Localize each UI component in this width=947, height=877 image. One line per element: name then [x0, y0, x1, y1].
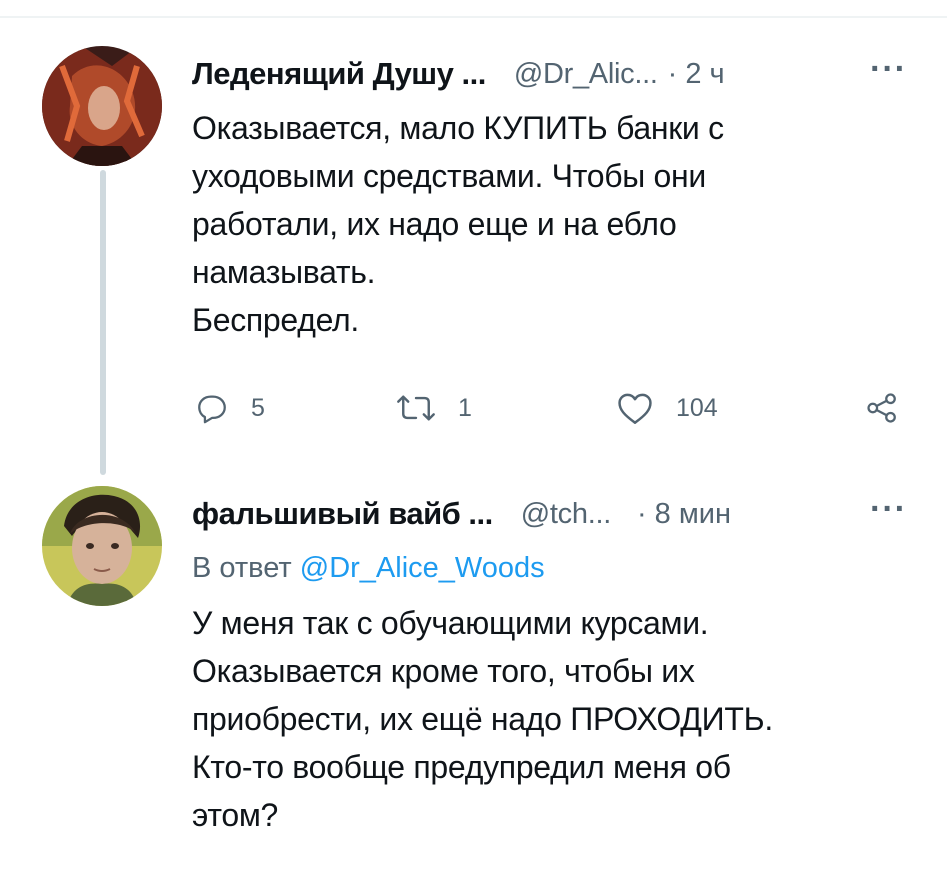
display-name[interactable]: Леденящий Душу ...	[192, 56, 486, 92]
share-icon	[867, 393, 896, 423]
avatar-leden[interactable]	[42, 46, 162, 166]
username-handle[interactable]: @tch...	[521, 498, 612, 531]
retweet-button[interactable]: 1	[396, 391, 472, 425]
retweet-icon	[397, 395, 435, 421]
reply-prefix: В ответ	[192, 552, 300, 584]
top-divider	[0, 16, 947, 18]
tweet-header: фальшивый вайб ... @tch... · 8 мин	[192, 494, 731, 534]
reply-button[interactable]: 5	[195, 391, 265, 425]
like-count: 104	[676, 393, 718, 422]
action-bar: 5 1 104	[192, 391, 907, 431]
like-icon	[618, 393, 652, 424]
tweet-text: У меня так с обучающими курсами. Оказыва…	[192, 605, 773, 833]
reply-count: 5	[251, 393, 265, 422]
timestamp[interactable]: · 2 ч	[668, 58, 725, 91]
tweet-1[interactable]: Леденящий Душу ... @Dr_Alic... · 2 ч ···…	[192, 50, 907, 434]
retweet-count: 1	[458, 393, 472, 422]
share-button[interactable]	[865, 391, 921, 425]
reply-handle-link[interactable]: @Dr_Alice_Woods	[300, 552, 545, 584]
avatar-falsh[interactable]	[42, 486, 162, 606]
username-handle[interactable]: @Dr_Alic...	[514, 58, 658, 91]
display-name[interactable]: фальшивый вайб ...	[192, 496, 493, 532]
thread-line	[100, 170, 106, 475]
reply-icon	[198, 395, 226, 424]
tweet-header: Леденящий Душу ... @Dr_Alic... · 2 ч	[192, 54, 725, 94]
timestamp[interactable]: · 8 мин	[637, 498, 731, 531]
more-options-button[interactable]: ···	[870, 50, 907, 89]
tweet-2[interactable]: фальшивый вайб ... @tch... · 8 мин ··· В…	[192, 490, 907, 864]
like-button[interactable]: 104	[616, 391, 718, 425]
more-options-button[interactable]: ···	[870, 490, 907, 529]
reply-context: В ответ @Dr_Alice_Woods	[192, 552, 545, 585]
tweet-text: Оказывается, мало КУПИТЬ банки с уходовы…	[192, 110, 724, 338]
